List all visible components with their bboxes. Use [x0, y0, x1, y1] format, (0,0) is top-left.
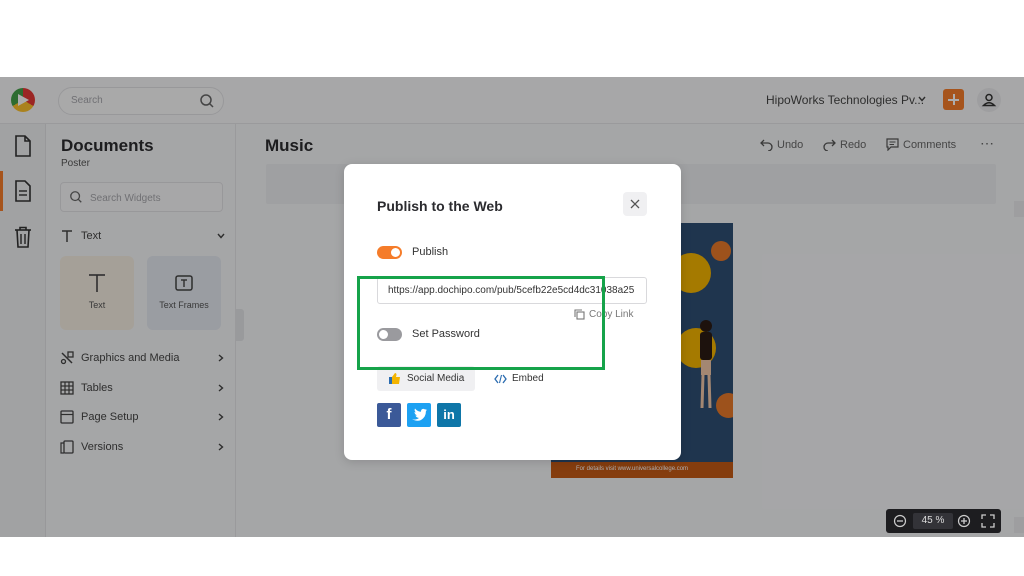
annotation-highlight-box	[357, 276, 605, 370]
tab-embed-label: Embed	[512, 373, 544, 384]
close-icon	[630, 199, 640, 209]
zoom-value[interactable]: 45 %	[913, 513, 953, 529]
toggle-knob	[391, 248, 400, 257]
twitter-icon	[412, 408, 427, 421]
zoom-unit: %	[935, 515, 945, 526]
tab-social-label: Social Media	[407, 373, 465, 384]
zoom-number: 45	[921, 515, 933, 526]
thumbs-up-icon	[389, 373, 400, 384]
facebook-icon: f	[386, 406, 392, 423]
zoom-out-icon[interactable]	[893, 514, 907, 528]
dialog-title: Publish to the Web	[377, 198, 503, 214]
twitter-share-button[interactable]	[407, 403, 431, 427]
code-icon	[494, 374, 507, 384]
publish-label: Publish	[412, 246, 449, 258]
fullscreen-icon[interactable]	[981, 514, 995, 528]
zoom-control: 45 %	[886, 509, 1001, 533]
zoom-in-icon[interactable]	[957, 514, 971, 528]
publish-toggle[interactable]	[377, 246, 402, 259]
linkedin-icon: in	[443, 407, 455, 422]
linkedin-share-button[interactable]: in	[437, 403, 461, 427]
close-button[interactable]	[623, 192, 647, 216]
facebook-share-button[interactable]: f	[377, 403, 401, 427]
